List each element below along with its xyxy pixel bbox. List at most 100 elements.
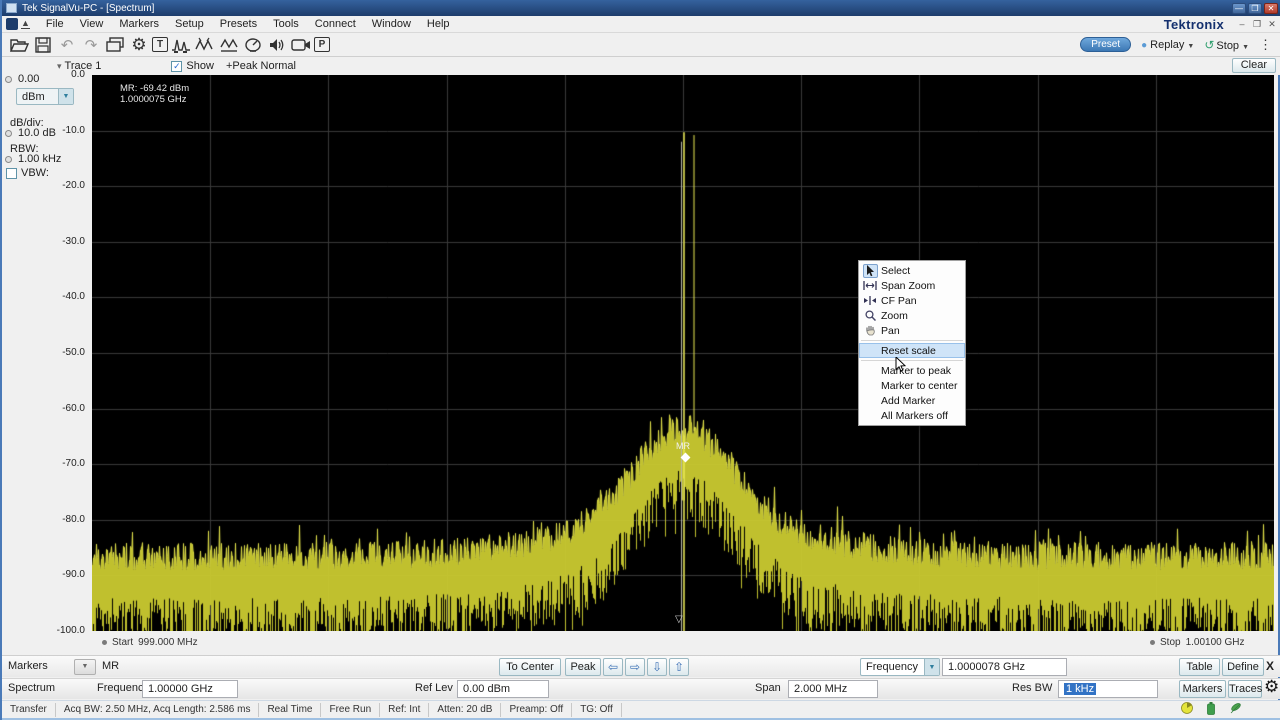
select-cursor-icon <box>863 264 878 278</box>
y-tick: -80.0 <box>39 514 85 525</box>
marker-readout: MR: -69.42 dBm 1.0000075 GHz <box>120 83 189 105</box>
markers-panel-button[interactable]: Markers <box>1179 680 1226 698</box>
status-preamp: Preamp: Off <box>501 703 572 717</box>
undo-icon[interactable]: ↶ <box>56 35 78 55</box>
marker-up-button[interactable]: ⇧ <box>669 658 689 676</box>
menu-markers[interactable]: Markers <box>111 17 167 31</box>
child-minimize-button[interactable]: ‒ <box>1236 19 1248 30</box>
context-menu-item-cf-pan[interactable]: CF Pan <box>859 293 965 308</box>
to-center-button[interactable]: To Center <box>499 658 561 676</box>
cf-pan-icon <box>859 296 881 305</box>
child-close-button[interactable]: ✕ <box>1266 19 1278 30</box>
markers-dropdown-button[interactable]: ▼ <box>74 659 96 675</box>
close-button[interactable]: ✕ <box>1264 3 1278 14</box>
start-frequency-note: Start 999.000 MHz <box>102 637 198 648</box>
context-menu-item-marker-to-center[interactable]: Marker to center <box>859 378 965 393</box>
status-ref: Ref: Int <box>380 703 429 717</box>
stop-frequency-value[interactable]: 1.00100 GHz <box>1186 637 1245 648</box>
status-tg: TG: Off <box>572 703 622 717</box>
context-menu-item-all-markers-off[interactable]: All Markers off <box>859 408 965 423</box>
define-button[interactable]: Define <box>1222 658 1264 676</box>
selected-marker-value[interactable]: MR <box>102 660 119 672</box>
menu-window[interactable]: Window <box>364 17 419 31</box>
menu-connect[interactable]: Connect <box>307 17 364 31</box>
show-checkbox[interactable]: ✓ <box>171 61 182 72</box>
replay-control[interactable]: ●Replay▼ <box>1141 39 1194 51</box>
settings-gear-icon[interactable]: ⚙ <box>128 35 150 55</box>
spectrum-icon[interactable] <box>170 35 192 55</box>
stop-refresh-icon: ↺ <box>1204 38 1214 52</box>
leaf-icon <box>1229 702 1242 717</box>
spectrum-settings-bar: Spectrum Frequency 1.00000 GHz Ref Lev 0… <box>2 678 1280 699</box>
play-marker-icon[interactable]: P <box>314 37 330 52</box>
save-icon[interactable] <box>32 35 54 55</box>
marker-right-button[interactable]: ⇨ <box>625 658 645 676</box>
maximize-button[interactable]: ❐ <box>1248 3 1262 14</box>
context-menu-item-reset-scale[interactable]: Reset scale <box>859 343 965 358</box>
spectrum-plot[interactable]: MR: -69.42 dBm 1.0000075 GHz MR ▽ <box>92 75 1274 631</box>
detector-label: +Peak Normal <box>226 60 296 72</box>
replay-dropdown-icon[interactable]: ▼ <box>1187 43 1194 50</box>
overflow-menu-icon[interactable]: ⋮ <box>1259 37 1272 53</box>
marker-frequency-field[interactable]: 1.0000078 GHz <box>942 658 1067 676</box>
analysis-gear-icon[interactable]: ⚙ <box>1264 677 1279 697</box>
marker-readout-select-arrow-icon[interactable]: ▼ <box>924 659 939 675</box>
span-field[interactable]: 2.000 MHz <box>788 680 878 698</box>
meter-icon[interactable] <box>242 35 264 55</box>
y-tick: -40.0 <box>39 291 85 302</box>
audio-icon[interactable] <box>266 35 288 55</box>
title-bar: Tek SignalVu-PC - [Spectrum] — ❐ ✕ <box>2 0 1280 16</box>
stop-frequency-note: Stop 1.00100 GHz <box>1150 637 1245 648</box>
start-frequency-value[interactable]: 999.000 MHz <box>138 637 197 648</box>
document-icon <box>6 18 18 30</box>
status-indicator-icon <box>1181 702 1193 717</box>
mouse-cursor-icon <box>895 357 906 376</box>
context-menu-item-span-zoom[interactable]: Span Zoom <box>859 278 965 293</box>
spectrum-canvas[interactable] <box>92 75 1274 631</box>
menu-setup[interactable]: Setup <box>167 17 212 31</box>
child-restore-button[interactable]: ❐ <box>1251 19 1263 30</box>
redo-icon[interactable]: ↷ <box>80 35 102 55</box>
stop-control[interactable]: ↺Stop▼ <box>1204 38 1249 52</box>
markers-close-button[interactable]: X <box>1266 659 1274 673</box>
table-button[interactable]: Table <box>1179 658 1220 676</box>
menu-tools[interactable]: Tools <box>265 17 307 31</box>
context-menu-item-pan[interactable]: Pan <box>859 323 965 338</box>
marker-down-button[interactable]: ⇩ <box>647 658 667 676</box>
minimize-button[interactable]: — <box>1232 3 1246 14</box>
clear-button[interactable]: Clear <box>1232 58 1276 73</box>
status-atten: Atten: 20 dB <box>429 703 501 717</box>
traces-panel-button[interactable]: Traces <box>1228 680 1262 698</box>
marker-left-button[interactable]: ⇦ <box>603 658 623 676</box>
markers-bar-label: Markers <box>8 660 48 672</box>
y-tick: -90.0 <box>39 569 85 580</box>
menu-help[interactable]: Help <box>419 17 458 31</box>
stop-dropdown-icon[interactable]: ▼ <box>1242 44 1249 51</box>
trace-overlay-icon[interactable] <box>194 35 216 55</box>
status-acq: Acq BW: 2.50 MHz, Acq Length: 2.586 ms <box>56 703 260 717</box>
context-menu-item-select[interactable]: Select <box>859 263 965 278</box>
trace-math-icon[interactable] <box>218 35 240 55</box>
context-menu-item-add-marker[interactable]: Add Marker <box>859 393 965 408</box>
menu-bar: ▲ File View Markers Setup Presets Tools … <box>2 16 1280 33</box>
y-tick: -60.0 <box>39 403 85 414</box>
eject-icon[interactable]: ▲ <box>21 19 30 29</box>
context-menu-item-marker-to-peak[interactable]: Marker to peak <box>859 363 965 378</box>
camera-icon[interactable] <box>290 35 312 55</box>
peak-button[interactable]: Peak <box>565 658 601 676</box>
pan-hand-icon <box>859 325 881 336</box>
res-bw-field[interactable]: 1 kHz <box>1058 680 1158 698</box>
start-bullet-icon <box>102 640 107 645</box>
context-menu-item-zoom[interactable]: Zoom <box>859 308 965 323</box>
displays-icon[interactable] <box>104 35 126 55</box>
center-frequency-field[interactable]: 1.00000 GHz <box>142 680 238 698</box>
menu-view[interactable]: View <box>72 17 112 31</box>
span-zoom-icon <box>859 281 881 290</box>
ref-lev-field[interactable]: 0.00 dBm <box>457 680 549 698</box>
preset-button[interactable]: Preset <box>1080 37 1131 52</box>
menu-file[interactable]: File <box>38 17 72 31</box>
marker-text-icon[interactable]: T <box>152 37 168 52</box>
menu-presets[interactable]: Presets <box>212 17 265 31</box>
marker-readout-select[interactable]: Frequency ▼ <box>860 658 940 676</box>
open-icon[interactable] <box>8 35 30 55</box>
